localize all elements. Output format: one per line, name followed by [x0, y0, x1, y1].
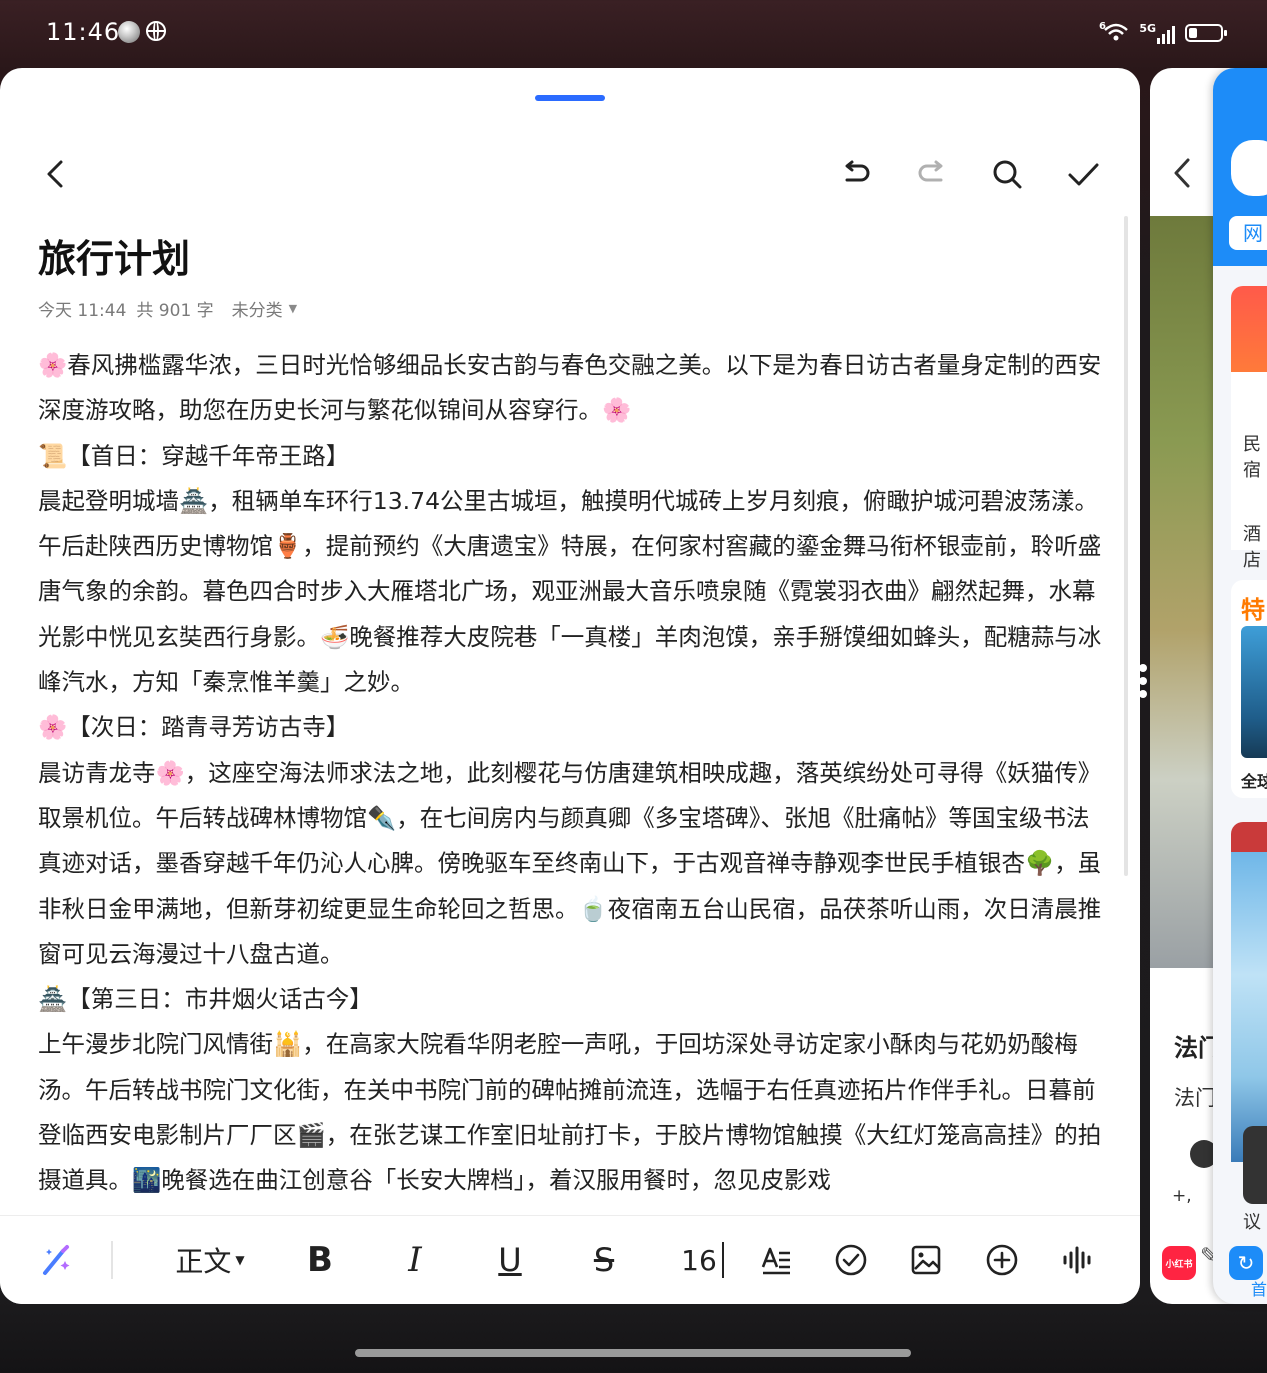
svg-text:6: 6: [1099, 21, 1106, 32]
battery-icon: [1185, 24, 1227, 42]
voice-input-icon[interactable]: [1057, 1238, 1097, 1282]
italic-button[interactable]: I: [395, 1238, 435, 1282]
app-icon[interactable]: ↻: [1229, 1246, 1263, 1280]
format-toolbar: 正文 ▼ B I U S 16: [0, 1215, 1140, 1304]
promo-banner: [1231, 286, 1267, 372]
xiaohongshu-app-icon[interactable]: 小红书: [1162, 1246, 1196, 1280]
note-word-count: 共 901 字: [136, 301, 214, 321]
paragraph: 晨访青龙寺🌸，这座空海法师求法之地，此刻樱花与仿唐建筑相映成趣，落英缤纷处可寻得…: [38, 758, 1102, 968]
bold-button[interactable]: B: [300, 1238, 340, 1282]
paragraph: 🌸春风拂槛露华浓，三日时光恰够细品长安古韵与春色交融之美。以下是为春日访古者量身…: [38, 351, 1102, 425]
article-meta: ️+,: [1172, 1186, 1192, 1206]
globe-icon: [146, 21, 166, 41]
back-icon[interactable]: [1168, 156, 1198, 194]
paragraph: 上午漫步北院门风情街🕌，在高家大院看华阴老腔一声吼，于回坊深处寻访定家小酥肉与花…: [38, 1030, 1102, 1195]
add-icon[interactable]: [982, 1238, 1022, 1282]
status-time: 11:46: [46, 18, 121, 46]
category-label: 未分类: [231, 301, 283, 321]
category-homestay[interactable]: 民宿: [1243, 430, 1267, 482]
global-label: 全球: [1241, 772, 1267, 791]
paragraph: 晨起登明城墙🏯，租辆单车环行13.74公里古城垣，触摸明代城砖上岁月刻痕，俯瞰护…: [38, 486, 1102, 697]
redo-icon[interactable]: [914, 156, 950, 192]
underline-button[interactable]: U: [490, 1238, 530, 1282]
toolbar-divider: [111, 1241, 113, 1279]
assistant-ball-icon: [118, 21, 140, 43]
home-indicator[interactable]: [355, 1349, 911, 1357]
split-handle[interactable]: [1139, 664, 1147, 698]
caret-down-icon: ▼: [235, 1253, 245, 1267]
note-meta: 今天 11:44 共 901 字 未分类 ▼: [38, 296, 297, 321]
background-app-card-2[interactable]: 网 民宿 酒店 特 全球 议 ↻ 首: [1213, 68, 1267, 1304]
category-hotel[interactable]: 酒店: [1243, 520, 1267, 572]
font-size-button[interactable]: 16: [676, 1242, 724, 1278]
paragraph: 🏯【第三日：市井烟火话古今】: [38, 985, 373, 1014]
search-icon[interactable]: [989, 156, 1025, 192]
paragraph: 🌸【次日：踏青寻芳访古寺】: [38, 713, 350, 742]
wifi-icon: 6: [1099, 20, 1129, 46]
image-icon[interactable]: [906, 1238, 946, 1282]
web-tab[interactable]: 网: [1229, 216, 1267, 250]
app-chip[interactable]: [1231, 140, 1267, 196]
caret-down-icon: ▼: [288, 302, 298, 315]
article-photo: [1150, 216, 1220, 968]
window-drag-handle[interactable]: [535, 95, 605, 101]
back-icon[interactable]: [38, 156, 74, 192]
home-tab[interactable]: 首: [1251, 1276, 1267, 1300]
ai-writing-icon[interactable]: [36, 1238, 76, 1282]
promo-photo[interactable]: [1241, 626, 1267, 758]
paragraph-style-label: 正文: [175, 1245, 232, 1278]
text-format-icon[interactable]: [756, 1238, 796, 1282]
signal-icon: 5G: [1139, 22, 1175, 44]
note-title[interactable]: 旅行计划: [38, 228, 190, 283]
special-label: 特: [1241, 596, 1265, 624]
article-subtext: 法门: [1174, 1086, 1216, 1110]
note-editor-window: 旅行计划 今天 11:44 共 901 字 未分类 ▼ 🌸春风拂槛露华浓，三日时…: [0, 68, 1140, 1304]
scrollbar[interactable]: [1124, 216, 1128, 876]
confirm-check-icon[interactable]: [1065, 156, 1101, 192]
feed-photo[interactable]: [1231, 822, 1267, 1162]
undo-icon[interactable]: [838, 156, 874, 192]
checklist-icon[interactable]: [831, 1238, 871, 1282]
category-selector[interactable]: 未分类 ▼: [232, 296, 297, 321]
paragraph: 📜【首日：穿越千年帝王路】: [38, 441, 350, 470]
feed-text: 议: [1243, 1212, 1261, 1233]
note-body[interactable]: 🌸春风拂槛露华浓，三日时光恰够细品长安古韵与春色交融之美。以下是为春日访古者量身…: [38, 343, 1108, 1215]
note-timestamp: 今天 11:44: [38, 301, 127, 321]
paragraph-style-dropdown[interactable]: 正文 ▼: [168, 1238, 252, 1282]
strikethrough-button[interactable]: S: [584, 1238, 624, 1282]
